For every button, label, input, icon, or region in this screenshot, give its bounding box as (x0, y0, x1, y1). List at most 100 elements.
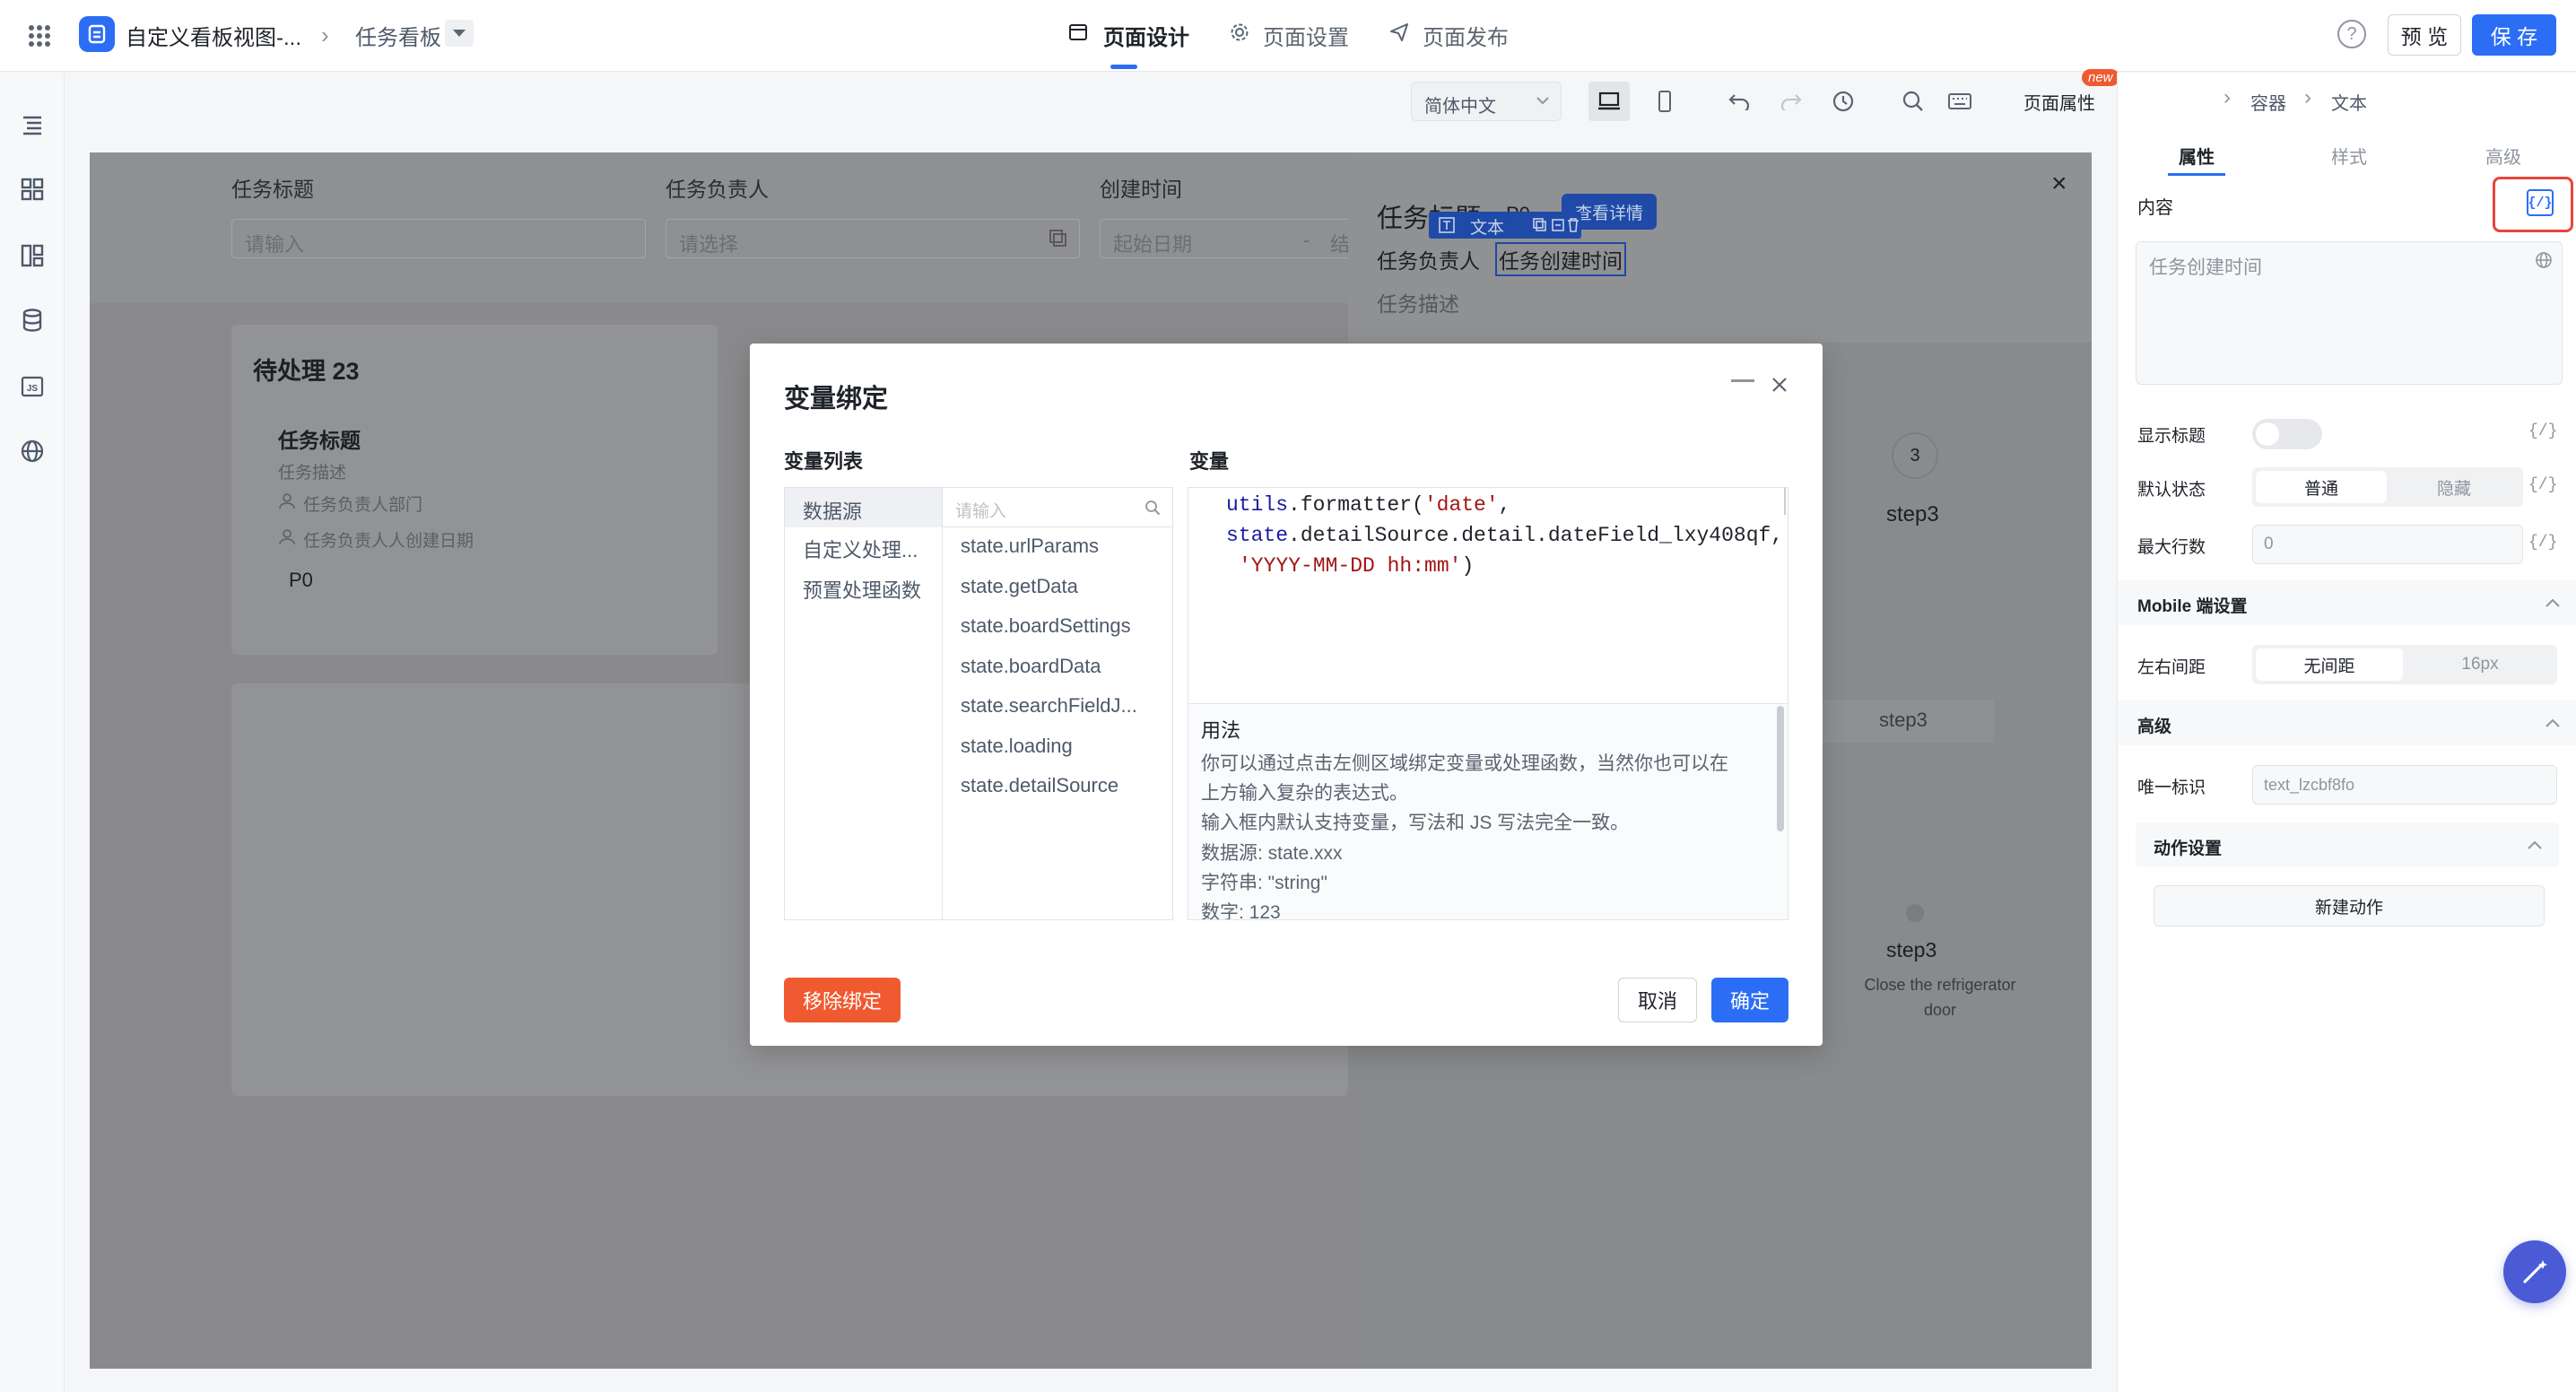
desktop-view-icon[interactable] (1588, 82, 1630, 121)
variable-editor-header: 变量 (1189, 450, 1230, 473)
search-date-range[interactable]: 起始日期 - 结 (1100, 219, 1351, 258)
task-card-priority: P0 (289, 569, 313, 591)
dialog-title: 变量绑定 (784, 385, 889, 413)
page-dropdown-icon[interactable] (445, 20, 474, 47)
usage-line: 输入框内默认支持变量，写法和 JS 写法完全一致。 (1201, 813, 1630, 833)
active-tab-indicator (1110, 65, 1137, 69)
expression-editor[interactable]: utils.formatter('date', state.detailSour… (1188, 487, 1788, 920)
variable-search-input[interactable]: 请输入 (943, 488, 1172, 527)
step-number-badge: 3 (1892, 432, 1938, 479)
detail-created-time-text[interactable]: 任务创建时间 (1495, 242, 1626, 276)
content-textarea-value: 任务创建时间 (2149, 257, 2262, 278)
breadcrumb-container-2[interactable]: 容器 (2250, 89, 2286, 115)
redo-icon[interactable] (1773, 82, 1809, 121)
datasource-icon[interactable] (14, 302, 50, 338)
property-panel: 容器 › › 文本 属性 样式 高级 内容 {/} 任务创建时间 显示标题 {/… (2117, 73, 2576, 1392)
history-icon[interactable] (1825, 82, 1861, 121)
search-select-owner[interactable]: 请选择 (666, 219, 1080, 258)
left-rail: JS (0, 73, 65, 1392)
column-title: 待处理 23 (253, 358, 360, 385)
confirm-button[interactable]: 确定 (1711, 978, 1788, 1022)
search-input-title[interactable]: 请输入 (231, 219, 646, 258)
chevron-up-icon (2545, 596, 2561, 613)
max-lines-input[interactable]: 0 (2252, 525, 2523, 564)
category-datasource[interactable]: 数据源 (803, 496, 862, 525)
category-custom-handler[interactable]: 自定义处理... (803, 535, 918, 563)
undo-icon[interactable] (1721, 82, 1757, 121)
tab-page-design-label: 页面设计 (1103, 26, 1189, 50)
variable-item[interactable]: state.boardSettings (961, 614, 1131, 638)
preview-button[interactable]: 预 览 (2388, 14, 2461, 56)
breadcrumb-page[interactable]: 任务看板 (355, 20, 441, 51)
drawer-close-icon[interactable]: × (2051, 169, 2067, 199)
show-title-switch[interactable] (2252, 419, 2322, 449)
tab-page-publish-label: 页面发布 (1423, 26, 1509, 50)
show-title-var-icon[interactable]: {/} (2528, 422, 2557, 440)
mobile-section-title: Mobile 端设置 (2137, 597, 2248, 616)
minimize-icon[interactable] (1731, 379, 1754, 382)
step-label: step3 (1886, 502, 1939, 526)
ai-assistant-icon[interactable] (2503, 1240, 2566, 1303)
usage-scrollbar[interactable] (1777, 706, 1784, 831)
padding-label: 左右间距 (2137, 658, 2206, 677)
editor-cursor-line (1784, 488, 1786, 515)
show-title-label: 显示标题 (2137, 427, 2206, 446)
delete-icon[interactable] (1565, 216, 1581, 234)
task-card[interactable]: 任务标题 任务描述 任务负责人部门 任务负责人人创建日期 P0 (251, 411, 700, 626)
help-icon[interactable]: ? (2337, 20, 2366, 48)
js-code-icon[interactable]: JS (14, 369, 50, 405)
cancel-button[interactable]: 取消 (1618, 978, 1697, 1022)
language-select[interactable]: 简体中文 (1411, 82, 1562, 121)
breadcrumb-text[interactable]: 文本 (2331, 89, 2367, 115)
remove-binding-button[interactable]: 移除绑定 (784, 978, 901, 1022)
variable-item[interactable]: state.boardData (961, 655, 1101, 678)
tab-properties[interactable]: 属性 (2179, 143, 2215, 169)
content-label: 内容 (2137, 198, 2173, 218)
variable-item[interactable]: state.getData (961, 575, 1078, 598)
max-lines-var-icon[interactable]: {/} (2528, 534, 2557, 552)
components-icon[interactable] (14, 171, 50, 207)
action-section-header[interactable]: 动作设置 (2136, 822, 2559, 867)
state-hidden-option[interactable]: 隐藏 (2389, 471, 2519, 503)
mobile-view-icon[interactable] (1644, 82, 1685, 121)
selection-tag-label: 文本 (1470, 219, 1505, 238)
globe-icon[interactable] (14, 433, 50, 469)
new-action-button[interactable]: 新建动作 (2154, 885, 2545, 927)
app-grid-icon[interactable] (23, 20, 56, 52)
search-icon[interactable] (1895, 82, 1931, 121)
duplicate-icon[interactable] (1549, 216, 1567, 234)
templates-icon[interactable] (14, 238, 50, 274)
task-card-desc: 任务描述 (278, 464, 347, 483)
tab-advanced[interactable]: 高级 (2485, 143, 2521, 169)
search-label-title: 任务标题 (231, 178, 314, 201)
state-normal-option[interactable]: 普通 (2256, 471, 2387, 503)
action-section-title: 动作设置 (2154, 840, 2223, 858)
breadcrumb-chevron-icon: › (2304, 85, 2311, 109)
padding-16-option[interactable]: 16px (2406, 648, 2554, 681)
mobile-section-header[interactable]: Mobile 端设置 (2118, 580, 2576, 625)
save-button[interactable]: 保 存 (2472, 14, 2556, 56)
close-icon[interactable] (1765, 370, 1794, 399)
search-label-created: 创建时间 (1100, 178, 1182, 201)
page-properties-button[interactable]: 页面属性 (2023, 89, 2095, 115)
variable-item[interactable]: state.searchFieldJ... (961, 694, 1137, 718)
outline-tree-icon[interactable] (14, 107, 50, 143)
uid-input[interactable]: text_lzcbf8fo (2252, 765, 2557, 805)
search-input-title-placeholder: 请输入 (245, 233, 305, 256)
variable-item[interactable]: state.loading (961, 735, 1073, 758)
copy-icon[interactable] (1531, 216, 1549, 234)
default-state-var-icon[interactable]: {/} (2528, 476, 2557, 494)
property-tabs: 属性 样式 高级 (2118, 130, 2576, 178)
keyboard-icon[interactable] (1942, 82, 1978, 121)
category-preset-functions[interactable]: 预置处理函数 (803, 575, 921, 604)
max-lines-label: 最大行数 (2137, 538, 2206, 557)
padding-none-option[interactable]: 无间距 (2256, 648, 2403, 681)
variable-item[interactable]: state.urlParams (961, 535, 1099, 558)
app-name[interactable]: 自定义看板视图-... (126, 20, 301, 51)
variable-item[interactable]: state.detailSource (961, 774, 1118, 797)
advanced-section-header[interactable]: 高级 (2118, 700, 2576, 745)
tab-style[interactable]: 样式 (2331, 143, 2367, 169)
content-textarea[interactable]: 任务创建时间 (2136, 241, 2563, 385)
globe-icon[interactable] (2533, 249, 2554, 271)
date-end-placeholder: 结 (1330, 233, 1351, 256)
